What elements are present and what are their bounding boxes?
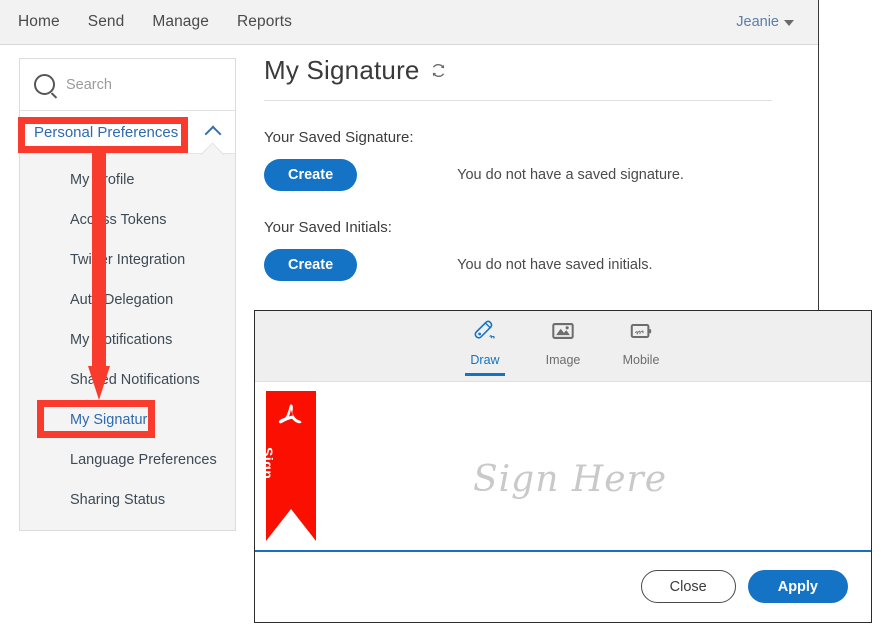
- search-input[interactable]: Search: [20, 59, 235, 111]
- search-placeholder: Search: [66, 76, 112, 93]
- image-icon: [551, 319, 575, 348]
- tab-mobile-label: Mobile: [622, 353, 660, 367]
- sidebar-item-label: Language Preferences: [70, 452, 217, 468]
- nav-link-send[interactable]: Send: [88, 13, 125, 31]
- sign-here-watermark: Sign Here: [473, 459, 668, 500]
- saved-signature-label: Your Saved Signature:: [264, 129, 414, 146]
- pdf-sign-tag-body: Sign: [260, 391, 316, 541]
- sidebar-item-language-preferences[interactable]: Language Preferences: [20, 440, 235, 480]
- sidebar-item-label: Shared Notifications: [70, 372, 200, 388]
- create-initials-button[interactable]: Create: [264, 249, 358, 281]
- search-icon: [34, 74, 55, 95]
- signature-dialog-tabs: Draw Image Mobile: [255, 311, 871, 382]
- close-button[interactable]: Close: [640, 570, 736, 603]
- tab-image[interactable]: Image: [535, 319, 591, 373]
- sidebar-item-my-profile[interactable]: My Profile: [20, 160, 235, 200]
- settings-sidebar: Search Personal Preferences My Profile A…: [19, 58, 236, 531]
- tab-draw-label: Draw: [470, 353, 500, 367]
- sidebar-item-shared-notifications[interactable]: Shared Notifications: [20, 360, 235, 400]
- tab-image-label: Image: [545, 353, 581, 367]
- signature-baseline: [255, 550, 871, 552]
- sidebar-item-twitter-integration[interactable]: Twitter Integration: [20, 240, 235, 280]
- saved-initials-row: Create You do not have saved initials.: [264, 249, 784, 281]
- nav-link-home[interactable]: Home: [18, 13, 60, 31]
- sidebar-submenu: My Profile Access Tokens Twitter Integra…: [20, 142, 235, 530]
- pen-draw-icon: [473, 319, 497, 348]
- initials-empty-note: You do not have saved initials.: [457, 257, 653, 273]
- create-signature-button[interactable]: Create: [264, 159, 358, 191]
- signature-empty-note: You do not have a saved signature.: [457, 167, 684, 183]
- refresh-icon[interactable]: [430, 62, 447, 84]
- top-nav-links: Home Send Manage Reports: [18, 0, 292, 44]
- sidebar-item-label: Auto Delegation: [70, 292, 174, 308]
- sidebar-section-personal-preferences[interactable]: Personal Preferences: [20, 111, 235, 153]
- nav-link-manage[interactable]: Manage: [152, 13, 209, 31]
- adobe-acrobat-icon: [277, 401, 306, 435]
- chevron-down-icon: [784, 20, 794, 26]
- signature-drawing-canvas[interactable]: Sign Sign Here: [255, 382, 871, 552]
- sidebar-section-label: Personal Preferences: [34, 123, 179, 141]
- tab-draw[interactable]: Draw: [457, 319, 513, 376]
- pdf-sign-tag-label: Sign: [260, 447, 276, 480]
- sidebar-item-label: Sharing Status: [70, 492, 166, 508]
- apply-button[interactable]: Apply: [747, 570, 848, 603]
- sidebar-item-sharing-status[interactable]: Sharing Status: [20, 480, 235, 520]
- mobile-device-icon: [629, 319, 653, 348]
- signature-dialog: Draw Image Mobile Sign Sign Here Close A…: [254, 310, 872, 623]
- sidebar-item-my-signature[interactable]: My Signature: [20, 400, 235, 440]
- sidebar-item-auto-delegation[interactable]: Auto Delegation: [20, 280, 235, 320]
- sidebar-item-label: Access Tokens: [70, 212, 167, 228]
- chevron-up-icon: [204, 125, 222, 143]
- user-name-label: Jeanie: [736, 14, 779, 30]
- user-menu[interactable]: Jeanie: [736, 0, 794, 44]
- sidebar-item-label: Twitter Integration: [70, 252, 186, 268]
- tab-mobile[interactable]: Mobile: [613, 319, 669, 373]
- main-content: My Signature Your Saved Signature: Creat…: [264, 55, 784, 281]
- sidebar-item-label: My Signature: [70, 412, 156, 428]
- sidebar-item-label: My Profile: [70, 172, 135, 188]
- top-navigation-bar: Home Send Manage Reports Jeanie: [0, 0, 818, 45]
- sidebar-item-my-notifications[interactable]: My Notifications: [20, 320, 235, 360]
- saved-signature-row: Create You do not have a saved signature…: [264, 159, 784, 191]
- nav-link-reports[interactable]: Reports: [237, 13, 292, 31]
- sidebar-item-label: My Notifications: [70, 332, 173, 348]
- signature-dialog-footer: Close Apply: [255, 552, 871, 621]
- pdf-sign-tag: Sign: [260, 391, 316, 541]
- saved-initials-label: Your Saved Initials:: [264, 219, 392, 236]
- sidebar-item-access-tokens[interactable]: Access Tokens: [20, 200, 235, 240]
- page-title-row: My Signature: [264, 55, 772, 101]
- page-right-divider: [818, 0, 819, 315]
- page-title: My Signature: [264, 55, 420, 85]
